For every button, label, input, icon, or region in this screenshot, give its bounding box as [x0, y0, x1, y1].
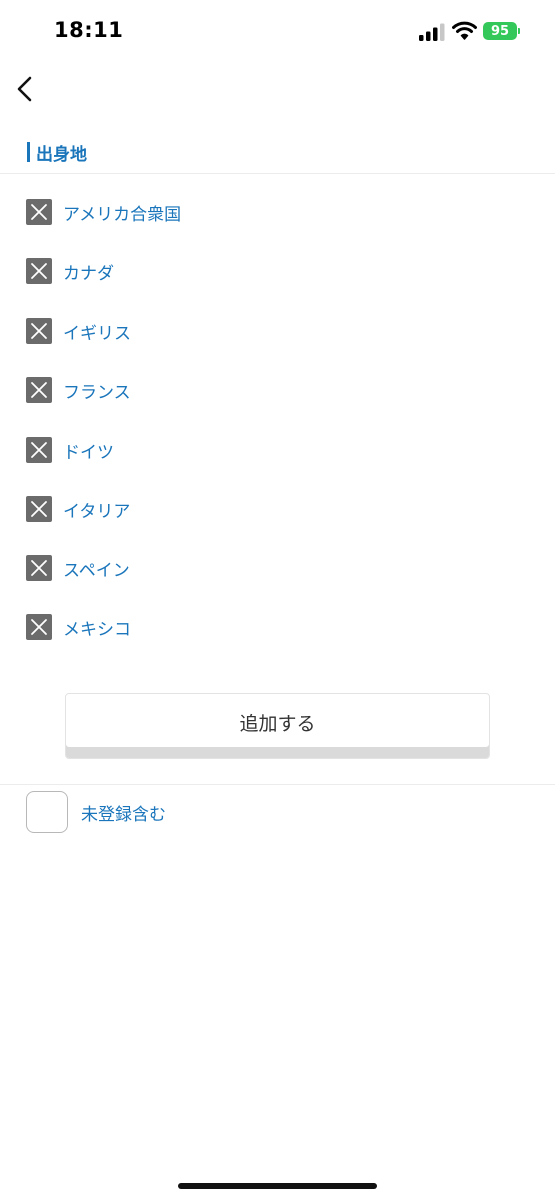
close-icon[interactable]	[26, 377, 52, 403]
list-item: イギリス	[26, 318, 131, 344]
list-item: スペイン	[26, 555, 130, 581]
close-icon[interactable]	[26, 199, 52, 225]
country-label: カナダ	[63, 263, 114, 284]
country-label: メキシコ	[63, 619, 131, 640]
battery-percent: 95	[490, 23, 510, 39]
divider-top	[0, 173, 555, 174]
list-item: フランス	[26, 377, 131, 403]
status-bar: 18:11 95	[0, 0, 555, 62]
close-icon[interactable]	[26, 496, 52, 522]
unregistered-label: 未登録含む	[81, 804, 166, 825]
country-label: ドイツ	[63, 442, 114, 463]
country-label: イタリア	[63, 501, 131, 522]
add-button[interactable]: 追加する	[65, 693, 490, 759]
list-item: メキシコ	[26, 614, 131, 640]
home-indicator	[178, 1183, 377, 1189]
wifi-icon	[452, 21, 477, 40]
divider-bottom	[0, 784, 555, 785]
country-label: アメリカ合衆国	[63, 204, 182, 225]
status-time: 18:11	[54, 18, 124, 42]
back-button[interactable]	[12, 72, 40, 106]
page-title: 出身地	[36, 144, 87, 165]
list-item: アメリカ合衆国	[26, 199, 181, 225]
screen: 18:11 95 出身地 アメリカ合衆国 カナダ イギリス フランス ドイツ イ…	[0, 0, 555, 1200]
signal-icon	[419, 23, 445, 41]
add-button-label: 追加する	[239, 713, 316, 735]
country-label: スペイン	[63, 560, 130, 581]
title-accent-bar	[27, 142, 30, 162]
section-title: 出身地	[27, 140, 87, 165]
close-icon[interactable]	[26, 318, 52, 344]
battery-tip	[518, 28, 520, 34]
close-icon[interactable]	[26, 437, 52, 463]
close-icon[interactable]	[26, 258, 52, 284]
unregistered-option[interactable]: 未登録含む	[26, 791, 166, 833]
battery-icon: 95	[483, 22, 517, 40]
unregistered-checkbox[interactable]	[26, 791, 68, 833]
list-item: ドイツ	[26, 437, 114, 463]
country-label: フランス	[63, 382, 131, 403]
country-label: イギリス	[63, 323, 131, 344]
list-item: カナダ	[26, 258, 114, 284]
close-icon[interactable]	[26, 555, 52, 581]
close-icon[interactable]	[26, 614, 52, 640]
list-item: イタリア	[26, 496, 130, 522]
chevron-left-icon	[17, 76, 32, 102]
